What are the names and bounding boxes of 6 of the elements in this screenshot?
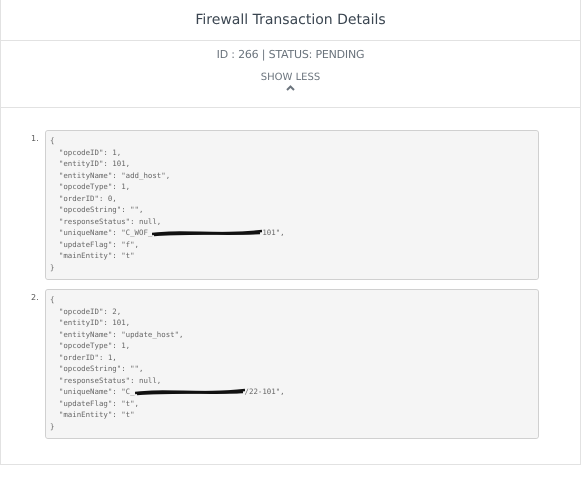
chevron-icon	[286, 85, 295, 91]
dialog-title: Firewall Transaction Details	[195, 12, 386, 28]
transaction-status: ID : 266 | STATUS: PENDING	[216, 48, 364, 61]
entry-number: 1.	[31, 133, 40, 143]
show-less-toggle[interactable]: SHOW LESS	[260, 72, 320, 91]
entry-number: 2.	[31, 292, 40, 302]
